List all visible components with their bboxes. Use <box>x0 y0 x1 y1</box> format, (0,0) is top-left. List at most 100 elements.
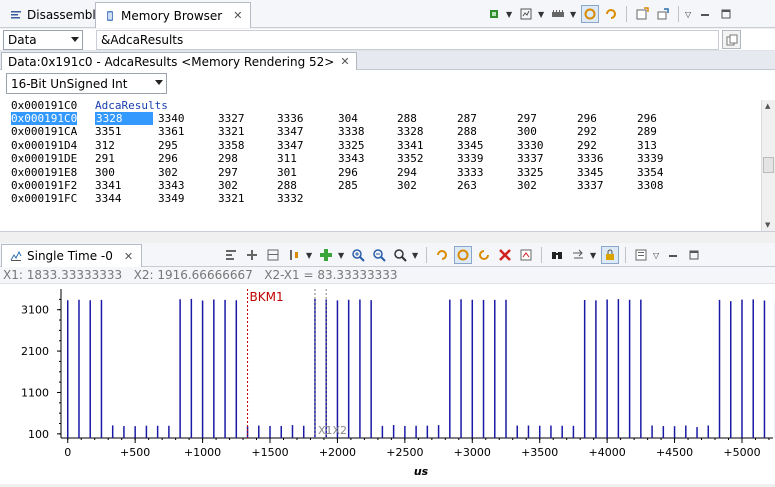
memory-cell[interactable]: 289 <box>637 125 657 138</box>
memory-cell[interactable]: 302 <box>397 179 417 192</box>
memory-cell[interactable]: 3308 <box>637 179 664 192</box>
memory-cell[interactable]: 3328 <box>397 125 424 138</box>
transfer-icon[interactable] <box>569 246 587 264</box>
close-icon[interactable]: ✕ <box>340 55 349 68</box>
memory-cell[interactable]: 294 <box>397 166 417 179</box>
memory-cell[interactable]: 287 <box>457 112 477 125</box>
memory-cell[interactable]: 292 <box>577 139 597 152</box>
memory-cell[interactable]: 3347 <box>277 139 304 152</box>
memory-cell[interactable]: 3341 <box>397 139 424 152</box>
memory-cell[interactable]: 296 <box>158 152 178 165</box>
memory-cell[interactable]: 302 <box>517 179 537 192</box>
memory-cell[interactable]: 297 <box>517 112 537 125</box>
tab-single-time[interactable]: Single Time -0 ✕ <box>1 244 143 267</box>
layout-icon[interactable] <box>264 246 282 264</box>
memory-cell[interactable]: 3339 <box>457 152 484 165</box>
chevron-up-icon[interactable]: ▲ <box>765 102 770 110</box>
maximize-icon[interactable] <box>685 246 703 264</box>
chevron-down-icon[interactable]: ▼ <box>506 10 514 19</box>
memory-cell[interactable]: 300 <box>95 166 115 179</box>
memory-cell[interactable]: 296 <box>577 112 597 125</box>
memory-cell[interactable]: 3327 <box>218 112 245 125</box>
memory-cell[interactable]: 3351 <box>95 125 122 138</box>
memory-cell[interactable]: 3325 <box>338 139 365 152</box>
memory-cell[interactable]: 263 <box>457 179 477 192</box>
memory-cell[interactable]: 304 <box>338 112 358 125</box>
memory-cell[interactable]: 297 <box>218 166 238 179</box>
pin-icon[interactable] <box>654 5 672 23</box>
memory-cell[interactable]: 3345 <box>577 166 604 179</box>
memory-cell[interactable]: 3337 <box>517 152 544 165</box>
view-menu-icon[interactable]: ▽ <box>653 251 661 260</box>
memory-cell[interactable]: 3340 <box>158 112 185 125</box>
memory-cell[interactable]: 296 <box>637 112 657 125</box>
memory-cell[interactable]: 3330 <box>517 139 544 152</box>
memory-cell[interactable]: 3361 <box>158 125 185 138</box>
go-button[interactable] <box>722 30 741 49</box>
new-window-icon[interactable] <box>633 5 651 23</box>
chevron-down-icon[interactable]: ▼ <box>306 251 314 260</box>
close-icon[interactable]: ✕ <box>233 9 242 22</box>
align-icon[interactable] <box>222 246 240 264</box>
tab-memory-browser[interactable]: Memory Browser ✕ <box>95 2 252 28</box>
memory-cell[interactable]: 3343 <box>158 179 185 192</box>
memory-cell[interactable]: 3336 <box>577 152 604 165</box>
memory-cell[interactable]: 3358 <box>218 139 245 152</box>
zoom-fit-icon[interactable] <box>391 246 409 264</box>
memory-cell[interactable]: 3321 <box>218 125 245 138</box>
memory-cell[interactable]: 313 <box>637 139 657 152</box>
binoculars-icon[interactable] <box>548 246 566 264</box>
memory-cell[interactable]: 302 <box>158 166 178 179</box>
chevron-down-icon[interactable]: ▼ <box>412 251 420 260</box>
add-measurement-icon[interactable] <box>317 246 335 264</box>
memory-cell[interactable]: 296 <box>338 166 358 179</box>
auto-refresh-icon[interactable] <box>475 246 493 264</box>
properties-icon[interactable] <box>632 246 650 264</box>
memory-cell[interactable]: 302 <box>218 179 238 192</box>
memory-cell[interactable]: 3349 <box>158 192 185 205</box>
memory-cell[interactable]: 3338 <box>338 125 365 138</box>
chevron-down-icon[interactable]: ▼ <box>570 10 578 19</box>
time-graph[interactable]: 100 1100 2100 3100 0 +500 +1000 +1500 +2000 +2500… <box>0 284 775 484</box>
memory-cell[interactable]: 295 <box>158 139 178 152</box>
memory-cell[interactable]: 288 <box>457 125 477 138</box>
memory-cell[interactable]: 3333 <box>457 166 484 179</box>
continuous-refresh-icon[interactable] <box>602 5 620 23</box>
memory-map-icon[interactable] <box>549 5 567 23</box>
continuous-refresh-icon[interactable] <box>454 246 472 264</box>
memory-cell[interactable]: 3354 <box>637 166 664 179</box>
chevron-down-icon[interactable]: ▼ <box>765 221 770 229</box>
memory-cell[interactable]: 288 <box>397 112 417 125</box>
memory-cell[interactable]: 3343 <box>338 152 365 165</box>
memory-cell[interactable]: 291 <box>95 152 115 165</box>
memory-cell[interactable]: 298 <box>218 152 238 165</box>
format-select[interactable]: 16-Bit UnSigned Int <box>6 73 167 94</box>
memory-cell[interactable]: 3328 <box>95 112 153 125</box>
zoom-in-icon[interactable] <box>349 246 367 264</box>
scrollbar-thumb[interactable] <box>763 157 774 173</box>
memory-cell[interactable]: 3336 <box>277 112 304 125</box>
memory-cell[interactable]: 3352 <box>397 152 424 165</box>
memory-cell[interactable]: 300 <box>517 125 537 138</box>
memory-cell[interactable]: 3347 <box>277 125 304 138</box>
memory-cell[interactable]: 292 <box>577 125 597 138</box>
maximize-icon[interactable] <box>717 5 735 23</box>
zoom-out-icon[interactable] <box>370 246 388 264</box>
memory-cell[interactable]: 288 <box>277 179 297 192</box>
memory-cell[interactable]: 311 <box>277 152 297 165</box>
split-icon[interactable] <box>243 246 261 264</box>
memory-space-select[interactable]: Data <box>3 30 83 50</box>
export-icon[interactable] <box>517 246 535 264</box>
new-rendering-icon[interactable] <box>517 5 535 23</box>
memory-cell[interactable]: 3339 <box>637 152 664 165</box>
tab-memory-rendering[interactable]: Data:0x191c0 - AdcaResults <Memory Rende… <box>1 52 357 70</box>
view-menu-icon[interactable]: ▽ <box>685 10 693 19</box>
address-expression-input[interactable]: &AdcaResults <box>96 30 719 50</box>
memory-cell[interactable]: 3341 <box>95 179 122 192</box>
delete-icon[interactable] <box>496 246 514 264</box>
chevron-down-icon[interactable]: ▼ <box>538 10 546 19</box>
memory-cell[interactable]: 301 <box>277 166 297 179</box>
close-icon[interactable]: ✕ <box>124 250 133 263</box>
measure-icon[interactable] <box>285 246 303 264</box>
memory-cell[interactable]: 312 <box>95 139 115 152</box>
